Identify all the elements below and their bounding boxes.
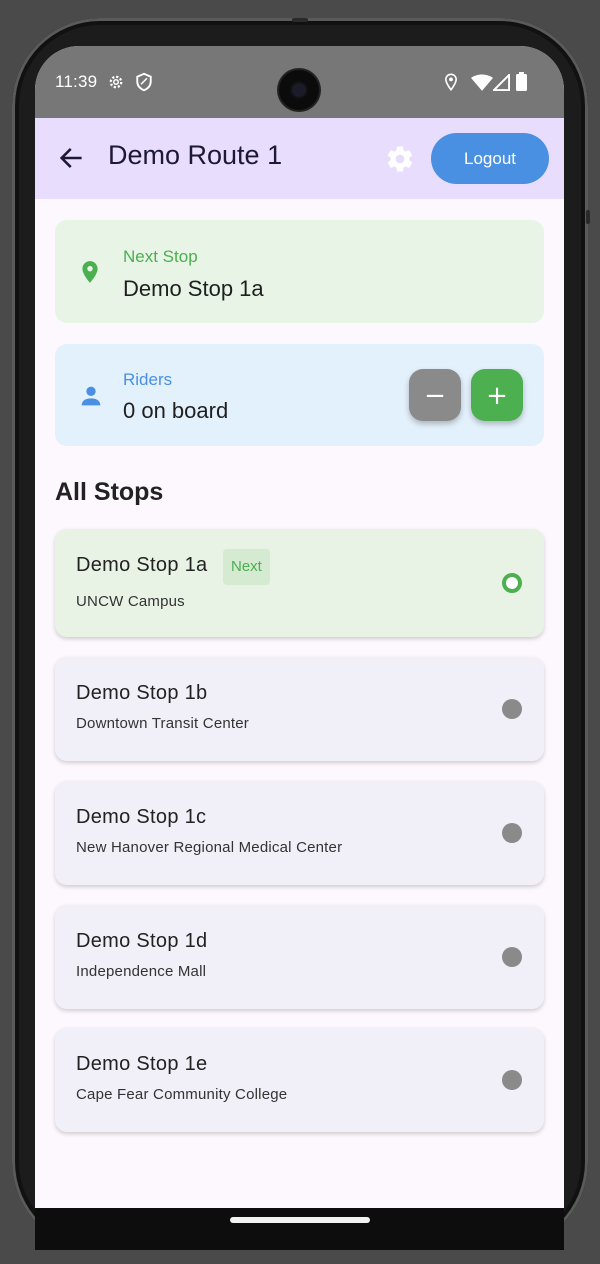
stop-address: Cape Fear Community College [76, 1086, 288, 1103]
next-stop-value: Demo Stop 1a [123, 276, 264, 301]
person-icon [81, 386, 101, 406]
app-bar: Demo Route 1 Logout [35, 118, 564, 199]
status-bar: 11:39 [35, 46, 564, 118]
stop-name: Demo Stop 1a [76, 554, 208, 576]
settings-gear-icon [109, 75, 123, 89]
stop-item[interactable]: Demo Stop 1d Independence Mall [55, 905, 544, 1009]
stop-item[interactable]: Demo Stop 1a Next UNCW Campus [55, 529, 544, 637]
location-icon [445, 73, 457, 91]
stop-name: Demo Stop 1c [76, 806, 207, 828]
stop-status-dot-icon [502, 947, 522, 967]
next-badge: Next [223, 549, 270, 585]
next-stop-card: Next Stop Demo Stop 1a [55, 220, 544, 323]
stop-item[interactable]: Demo Stop 1b Downtown Transit Center [55, 657, 544, 761]
wifi-icon [471, 74, 493, 91]
riders-card: Riders 0 on board − + [55, 344, 544, 446]
stop-name: Demo Stop 1d [76, 930, 208, 952]
stop-address: New Hanover Regional Medical Center [76, 839, 343, 856]
battery-icon [516, 72, 527, 91]
stop-status-dot-icon [502, 1070, 522, 1090]
shield-icon [136, 72, 152, 92]
status-time: 11:39 [55, 72, 98, 91]
stop-status-dot-icon [502, 823, 522, 843]
stop-address: UNCW Campus [76, 593, 185, 610]
stop-name: Demo Stop 1b [76, 682, 208, 704]
riders-count: 0 on board [123, 398, 229, 423]
logout-button[interactable]: Logout [431, 133, 549, 184]
stop-item[interactable]: Demo Stop 1c New Hanover Regional Medica… [55, 781, 544, 885]
settings-gear-icon[interactable] [385, 144, 415, 174]
home-indicator[interactable] [230, 1217, 370, 1223]
decrement-riders-button[interactable]: − [409, 369, 461, 421]
top-button [292, 18, 308, 22]
next-stop-label: Next Stop [123, 247, 198, 266]
riders-label: Riders [123, 370, 173, 389]
page-title: Demo Route 1 [108, 140, 283, 170]
increment-riders-button[interactable]: + [471, 369, 523, 421]
stop-address: Independence Mall [76, 963, 207, 980]
stop-name: Demo Stop 1e [76, 1053, 208, 1075]
gesture-nav-bar [35, 1208, 564, 1250]
stop-address: Downtown Transit Center [76, 715, 250, 732]
app-screen: 11:39 Demo Route 1 Logout Next Stop Demo… [35, 46, 564, 1208]
front-camera [279, 70, 319, 110]
next-stop-indicator-icon [502, 573, 522, 593]
stop-status-dot-icon [502, 699, 522, 719]
signal-icon [493, 74, 510, 91]
side-button [586, 210, 590, 224]
all-stops-heading: All Stops [55, 478, 164, 506]
back-arrow-icon[interactable] [57, 144, 85, 172]
location-pin-icon [82, 261, 98, 283]
stop-item[interactable]: Demo Stop 1e Cape Fear Community College [55, 1028, 544, 1132]
